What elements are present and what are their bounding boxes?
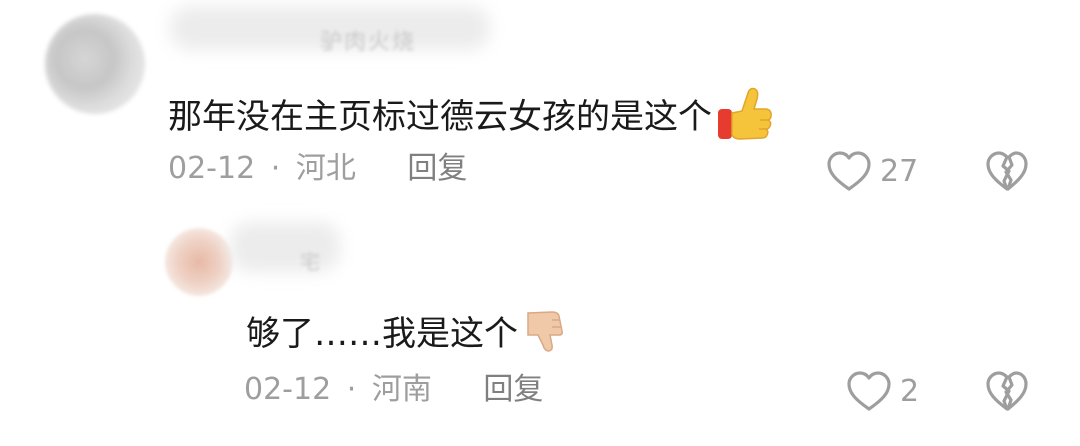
comment-meta: 02-12 · 河北 回复 [168, 152, 467, 186]
comment-text-container[interactable]: 够了……我是这个 [246, 307, 570, 364]
thumbs-down-icon [522, 307, 570, 364]
username[interactable]: 宅 [300, 246, 322, 275]
heart-icon [847, 371, 891, 411]
comment-text-container[interactable]: 那年没在主页标过德云女孩的是这个 [168, 85, 774, 152]
reply-button[interactable]: 回复 [483, 372, 543, 407]
comment-date: 02-12 [244, 372, 332, 407]
avatar[interactable] [165, 228, 233, 296]
like-count: 2 [900, 373, 920, 409]
comment-text: 够了……我是这个 [246, 314, 518, 354]
username[interactable]: 驴肉火烧 [320, 24, 416, 56]
comment-meta: 02-12 · 河南 回复 [244, 373, 543, 407]
broken-heart-icon [986, 151, 1028, 191]
avatar[interactable] [45, 14, 145, 114]
blurred-nickname-mask [230, 222, 340, 272]
heart-icon [827, 151, 871, 191]
dislike-button[interactable] [985, 150, 1029, 196]
comment-location: 河北 [295, 151, 356, 186]
broken-heart-icon [986, 371, 1028, 411]
like-button[interactable]: 2 [846, 370, 919, 412]
thumbs-up-icon [716, 85, 774, 152]
like-button[interactable]: 27 [826, 150, 918, 192]
comment-location: 河南 [371, 372, 432, 407]
comment-date: 02-12 [168, 151, 256, 186]
meta-separator: · [270, 151, 281, 186]
comment-text: 那年没在主页标过德云女孩的是这个 [168, 97, 712, 137]
dislike-button[interactable] [985, 370, 1029, 416]
like-count: 27 [880, 153, 919, 189]
meta-separator: · [346, 372, 357, 407]
reply-button[interactable]: 回复 [407, 151, 467, 186]
